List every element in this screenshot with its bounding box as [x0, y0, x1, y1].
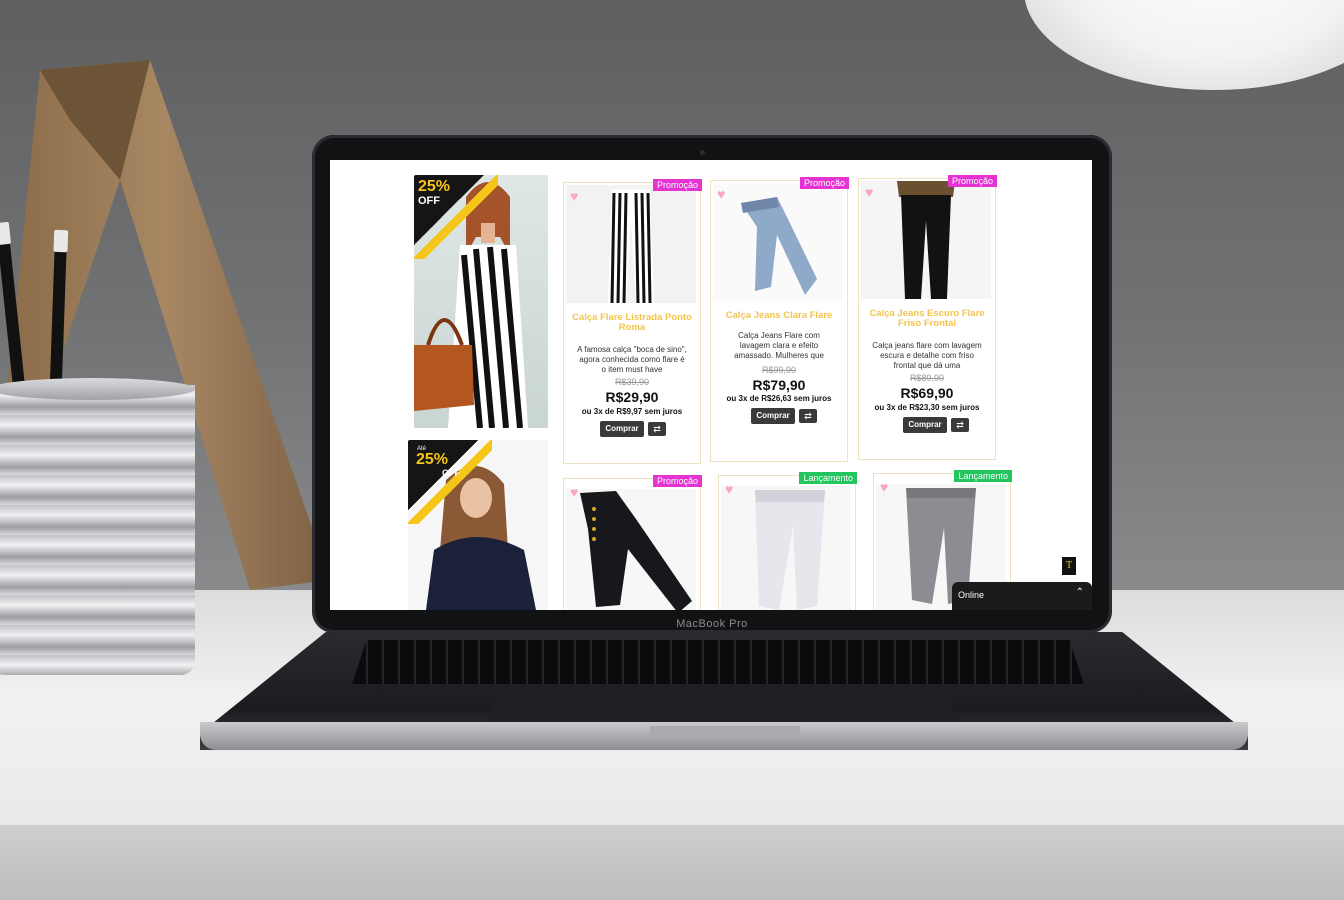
webcam: [700, 150, 705, 155]
web-page: 25% OFF Até 25% OFF ♥ Promoção Calça Fla…: [330, 160, 1092, 610]
chat-status: Online: [958, 590, 985, 600]
product-card[interactable]: ♥ Lançamento: [718, 472, 857, 610]
product-image[interactable]: [566, 489, 696, 610]
pencil-cup-rim: [0, 378, 195, 400]
promo-badge: Promoção: [652, 179, 702, 191]
chat-widget[interactable]: Online ⌃: [952, 582, 1092, 610]
product-price: R$69,90: [900, 385, 954, 401]
discount-percent: 25%: [416, 451, 449, 468]
wishlist-heart-icon[interactable]: ♥: [880, 480, 888, 494]
desk-edge: [0, 825, 1344, 900]
old-price: R$99,90: [761, 365, 797, 375]
old-price: R$39,90: [614, 377, 650, 387]
installments: ou 3x de R$9,97 sem juros: [581, 407, 683, 416]
compare-icon[interactable]: ⇄: [648, 422, 666, 436]
promo-badge: Promoção: [652, 475, 702, 487]
launch-badge: Lançamento: [799, 472, 857, 484]
compare-icon[interactable]: ⇄: [951, 418, 969, 432]
discount-off-label: OFF: [418, 195, 440, 207]
product-price: R$29,90: [605, 389, 659, 405]
product-description: A famosa calça "boca de sino", agora con…: [577, 345, 687, 374]
old-price: R$89,90: [909, 373, 945, 383]
product-image[interactable]: [861, 181, 991, 299]
wishlist-heart-icon[interactable]: ♥: [865, 185, 873, 199]
discount-percent: 25%: [418, 178, 451, 195]
keyboard: [352, 640, 1084, 684]
pencil-cup: [0, 385, 195, 675]
product-image[interactable]: [721, 486, 851, 610]
product-image[interactable]: [566, 185, 696, 304]
product-description: Calça jeans flare com lavagem escura e d…: [872, 341, 982, 370]
promo-banner-1[interactable]: 25% OFF: [414, 175, 548, 428]
buy-button[interactable]: Comprar: [600, 421, 644, 437]
discount-off-label: OFF: [442, 468, 460, 478]
trackpad: [486, 688, 960, 726]
laptop-brand-label: MacBook Pro: [676, 618, 748, 630]
chevron-up-icon[interactable]: ⌃: [1076, 587, 1084, 598]
product-card[interactable]: ♥ Promoção Calça Jeans Clara Flare Calça…: [710, 177, 849, 462]
buy-button[interactable]: Comprar: [751, 408, 795, 424]
product-name[interactable]: Calça Flare Listrada Ponto Roma: [568, 313, 696, 333]
wishlist-heart-icon[interactable]: ♥: [570, 189, 578, 203]
installments: ou 3x de R$26,63 sem juros: [726, 394, 832, 403]
wishlist-heart-icon[interactable]: ♥: [570, 485, 578, 499]
promo-badge: Promoção: [947, 175, 997, 187]
product-image[interactable]: [713, 183, 843, 301]
product-card[interactable]: ♥ Promoção Calça Flare Listrada Ponto Ro…: [563, 179, 702, 464]
buy-button[interactable]: Comprar: [903, 417, 947, 433]
wishlist-heart-icon[interactable]: ♥: [725, 482, 733, 496]
promo-badge: Promoção: [799, 177, 849, 189]
product-name[interactable]: Calça Jeans Clara Flare: [715, 311, 843, 321]
store-logo-icon[interactable]: T: [1062, 557, 1076, 575]
product-card[interactable]: ♥ Promoção Calça Jeans Escuro Flare Fris…: [858, 175, 997, 460]
product-card[interactable]: ♥ Promoção: [563, 475, 702, 610]
product-price: R$79,90: [752, 377, 806, 393]
product-description: Calça Jeans Flare com lavagem clara e ef…: [734, 331, 824, 360]
compare-icon[interactable]: ⇄: [799, 409, 817, 423]
product-name[interactable]: Calça Jeans Escuro Flare Friso Frontal: [863, 309, 991, 329]
launch-badge: Lançamento: [954, 470, 1012, 482]
installments: ou 3x de R$23,30 sem juros: [874, 403, 980, 412]
laptop-notch: [650, 726, 800, 738]
promo-banner-2[interactable]: Até 25% OFF: [408, 440, 548, 610]
wishlist-heart-icon[interactable]: ♥: [717, 187, 725, 201]
